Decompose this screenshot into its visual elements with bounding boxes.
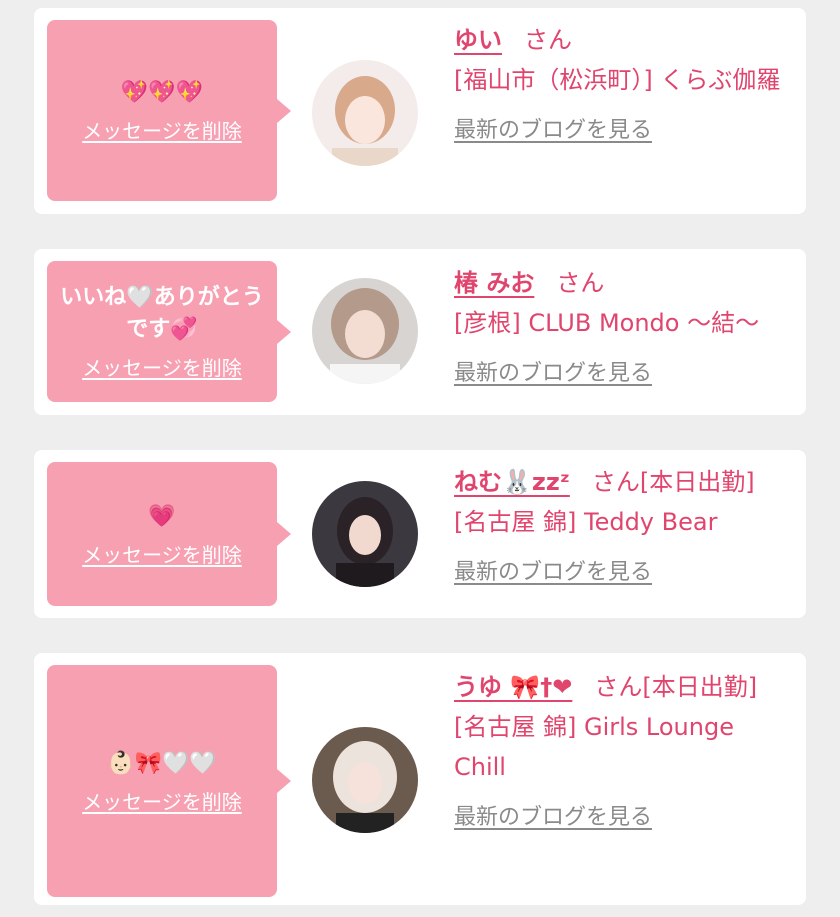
- honorific: さん: [591, 468, 640, 496]
- latest-blog-link[interactable]: 最新のブログを見る: [454, 112, 652, 144]
- message-bubble: いいね🤍ありがとうです💞 メッセージを削除: [47, 261, 291, 402]
- delete-message-link[interactable]: メッセージを削除: [82, 352, 242, 381]
- message-bubble: 💗 メッセージを削除: [47, 462, 291, 606]
- work-status: [本日出勤]: [639, 468, 755, 496]
- honorific: さん: [594, 673, 643, 701]
- cast-info: ゆい さん [福山市（松浜町）] くらぶ伽羅 最新のブログを見る: [454, 20, 792, 144]
- message-bubble: 💖💖💖 メッセージを削除: [47, 20, 291, 201]
- message-card: 👶🏻🎀🤍🤍 メッセージを削除 うゆ 🎀†❤ さん[本日出勤] [名古屋 錦] Gi…: [34, 653, 806, 905]
- shop-name: [名古屋 錦] Girls Lounge Chill: [454, 713, 734, 781]
- message-text: いいね🤍ありがとうです💞: [60, 285, 264, 342]
- name-line: 椿 みお さん: [454, 263, 792, 303]
- honorific: さん: [556, 269, 605, 297]
- shop-name: [名古屋 錦] Teddy Bear: [454, 508, 718, 536]
- work-status: [本日出勤]: [642, 673, 758, 701]
- cast-info: 椿 みお さん [彦根] CLUB Mondo ～結～ 最新のブログを見る: [454, 263, 792, 387]
- latest-blog-link[interactable]: 最新のブログを見る: [454, 799, 652, 831]
- message-text: 💗: [148, 503, 176, 529]
- avatar[interactable]: [312, 727, 418, 833]
- avatar[interactable]: [312, 481, 418, 587]
- message-card: 💖💖💖 メッセージを削除 ゆい さん [福山市（松浜町）] くらぶ伽羅 最新のブロ…: [34, 8, 806, 214]
- cast-name-link[interactable]: ゆい: [454, 26, 502, 54]
- message-card: 💗 メッセージを削除 ねむ🐰zzᶻ さん[本日出勤] [名古屋 錦] Teddy …: [34, 450, 806, 618]
- honorific: さん: [524, 26, 572, 54]
- delete-message-link[interactable]: メッセージを削除: [82, 786, 242, 815]
- message-bubble: 👶🏻🎀🤍🤍 メッセージを削除: [47, 665, 291, 897]
- avatar[interactable]: [312, 60, 418, 166]
- delete-message-link[interactable]: メッセージを削除: [82, 539, 242, 568]
- latest-blog-link[interactable]: 最新のブログを見る: [454, 554, 652, 586]
- name-line: ねむ🐰zzᶻ さん[本日出勤]: [454, 462, 792, 502]
- delete-message-link[interactable]: メッセージを削除: [82, 115, 242, 144]
- name-line: ゆい さん: [454, 20, 792, 60]
- name-line: うゆ 🎀†❤ さん[本日出勤]: [454, 667, 792, 707]
- cast-name-link[interactable]: 椿 みお: [454, 269, 534, 297]
- cast-name-link[interactable]: うゆ 🎀†❤: [454, 673, 572, 701]
- message-card: いいね🤍ありがとうです💞 メッセージを削除 椿 みお さん [彦根] CLUB M…: [34, 249, 806, 415]
- message-text: 👶🏻🎀🤍🤍: [107, 750, 217, 776]
- cast-name-link[interactable]: ねむ🐰zzᶻ: [454, 468, 570, 496]
- shop-name: [彦根] CLUB Mondo ～結～: [454, 309, 760, 337]
- message-text: 💖💖💖: [120, 80, 204, 105]
- latest-blog-link[interactable]: 最新のブログを見る: [454, 355, 652, 387]
- avatar[interactable]: [312, 278, 418, 384]
- cast-info: うゆ 🎀†❤ さん[本日出勤] [名古屋 錦] Girls Lounge Chil…: [454, 667, 792, 831]
- shop-name: [福山市（松浜町）] くらぶ伽羅: [454, 66, 781, 94]
- cast-info: ねむ🐰zzᶻ さん[本日出勤] [名古屋 錦] Teddy Bear 最新のブログ…: [454, 462, 792, 586]
